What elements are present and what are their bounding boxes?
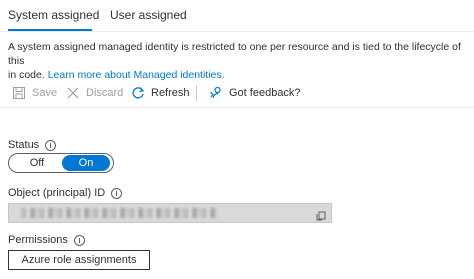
object-id-label: Object (principal) ID <box>8 187 106 199</box>
save-icon <box>12 86 26 100</box>
command-bar: Save Discard Refresh Got feedback? <box>0 79 474 108</box>
description-text: A system assigned managed identity is re… <box>8 41 461 67</box>
refresh-icon <box>131 86 145 100</box>
close-icon <box>66 86 80 100</box>
azure-role-assignments-button[interactable]: Azure role assignments <box>8 250 150 270</box>
refresh-label: Refresh <box>151 87 190 99</box>
info-icon[interactable] <box>111 187 123 199</box>
copy-icon[interactable] <box>316 208 326 221</box>
toolbar-divider <box>196 85 197 101</box>
info-icon[interactable] <box>45 139 57 151</box>
discard-label: Discard <box>86 87 124 99</box>
feedback-label: Got feedback? <box>229 87 301 99</box>
refresh-button[interactable]: Refresh <box>131 85 190 101</box>
object-id-label-row: Object (principal) ID <box>8 187 123 199</box>
permissions-label: Permissions <box>8 234 68 246</box>
toggle-off-option[interactable]: Off <box>12 155 62 171</box>
object-id-field[interactable] <box>8 203 332 223</box>
active-tab-indicator <box>8 29 92 31</box>
status-label: Status <box>8 139 40 151</box>
status-label-row: Status <box>8 139 57 151</box>
toggle-on-option[interactable]: On <box>62 155 110 171</box>
tab-system-assigned[interactable]: System assigned <box>8 8 99 22</box>
save-button[interactable]: Save <box>12 85 57 101</box>
permissions-label-row: Permissions <box>8 234 85 246</box>
save-label: Save <box>32 87 58 99</box>
description: A system assigned managed identity is re… <box>8 40 472 82</box>
tab-user-assigned[interactable]: User assigned <box>110 8 187 22</box>
tab-bar: System assigned User assigned <box>0 0 474 32</box>
status-toggle[interactable]: Off On <box>8 153 114 173</box>
feedback-button[interactable]: Got feedback? <box>209 85 301 101</box>
info-icon[interactable] <box>73 234 85 246</box>
discard-button[interactable]: Discard <box>66 85 123 101</box>
redacted-id <box>21 208 217 218</box>
feedback-icon <box>209 86 223 100</box>
